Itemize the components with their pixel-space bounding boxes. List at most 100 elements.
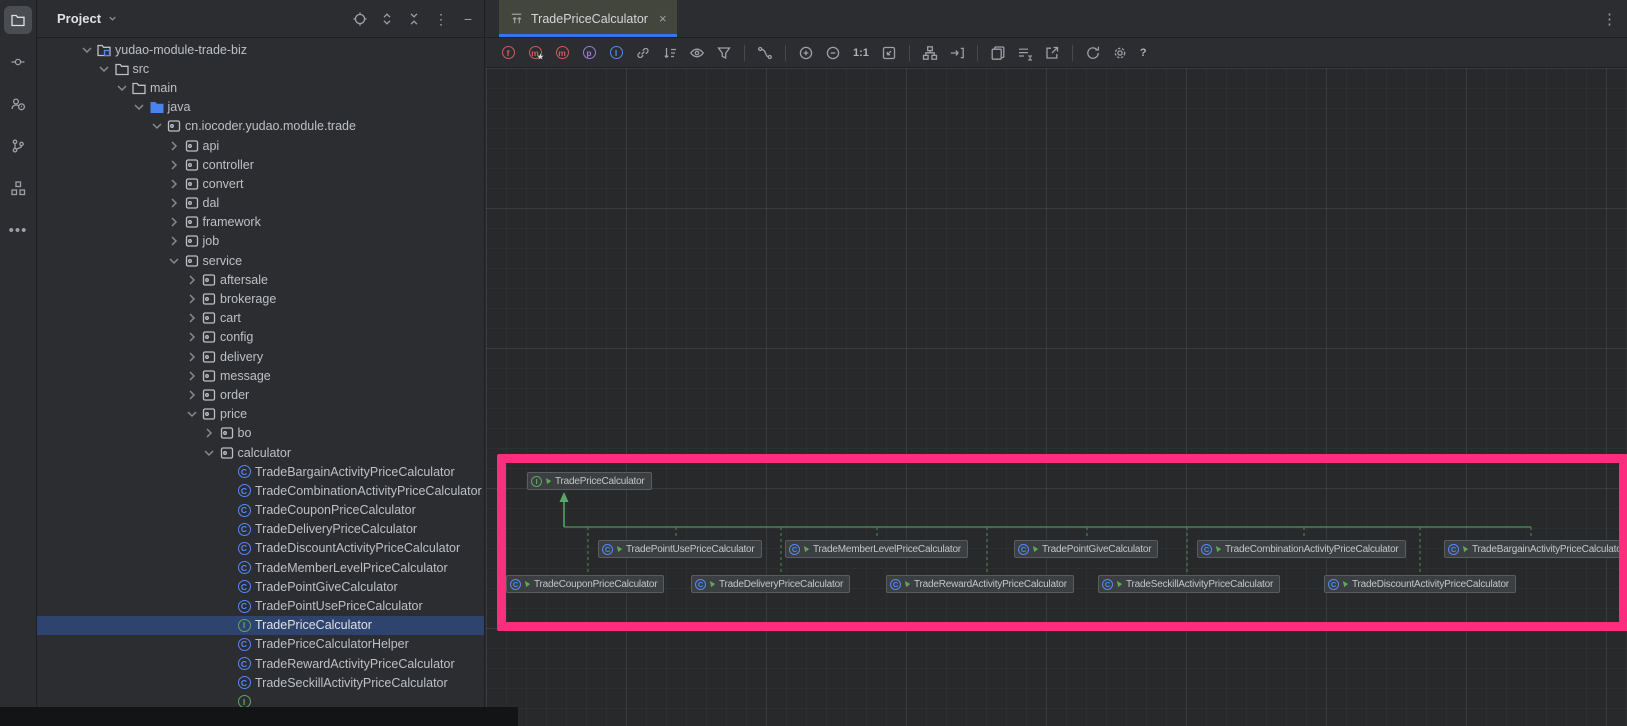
tree-item-tradediscountactivitypricecalculator[interactable]: CTradeDiscountActivityPriceCalculator <box>37 539 484 558</box>
chevron-collapsed-icon[interactable] <box>183 329 200 345</box>
sort-members-button[interactable] <box>661 44 679 62</box>
tree-item-job[interactable]: job <box>37 232 484 251</box>
options-kebab-button[interactable]: ⋮ <box>433 11 449 27</box>
tree-item-tradeseckillactivitypricecalculator[interactable]: CTradeSeckillActivityPriceCalculator <box>37 673 484 692</box>
tree-item-tradebargainactivitypricecalculator[interactable]: CTradeBargainActivityPriceCalculator <box>37 462 484 481</box>
tree-item-tradepointgivecalculator[interactable]: CTradePointGiveCalculator <box>37 577 484 596</box>
export-diagram-button[interactable] <box>1043 44 1061 62</box>
filter-button[interactable] <box>715 44 733 62</box>
copy-diagram-button[interactable] <box>989 44 1007 62</box>
project-panel-title[interactable]: Project <box>57 11 101 26</box>
tree-item-cn-iocoder-yudao-module-trade[interactable]: cn.iocoder.yudao.module.trade <box>37 117 484 136</box>
chevron-down-icon[interactable] <box>107 13 118 24</box>
tree-item-tradememberlevelpricecalculator[interactable]: CTradeMemberLevelPriceCalculator <box>37 558 484 577</box>
expand-all-button[interactable] <box>379 11 395 27</box>
tree-item-tradecouponpricecalculator[interactable]: CTradeCouponPriceCalculator <box>37 501 484 520</box>
project-tool-button[interactable] <box>4 6 32 34</box>
tree-item-label: job <box>203 234 220 248</box>
zoom-in-button[interactable] <box>797 44 815 62</box>
tree-item-aftersale[interactable]: aftersale <box>37 270 484 289</box>
chevron-expanded-icon[interactable] <box>131 99 148 115</box>
chevron-expanded-icon[interactable] <box>183 406 200 422</box>
chevron-collapsed-icon[interactable] <box>183 368 200 384</box>
tree-item-java[interactable]: java <box>37 98 484 117</box>
tree-item-traderewardactivitypricecalculator[interactable]: CTradeRewardActivityPriceCalculator <box>37 654 484 673</box>
chevron-expanded-icon[interactable] <box>78 42 95 58</box>
show-properties-toggle[interactable]: p <box>580 44 598 62</box>
actual-size-button[interactable]: 1:1 <box>851 44 871 62</box>
tree-item-delivery[interactable]: delivery <box>37 347 484 366</box>
tree-item-service[interactable]: service <box>37 251 484 270</box>
tree-item-bo[interactable]: bo <box>37 424 484 443</box>
tree-item-label: TradePriceCalculatorHelper <box>255 637 409 651</box>
tree-item-label: main <box>150 81 177 95</box>
collapse-all-button[interactable] <box>406 11 422 27</box>
show-dependencies-button[interactable] <box>634 44 652 62</box>
tree-item-tradecombinationactivitypricecalculator[interactable]: CTradeCombinationActivityPriceCalculator <box>37 481 484 500</box>
tree-item-config[interactable]: config <box>37 328 484 347</box>
structure-tool-button[interactable] <box>4 174 32 202</box>
chevron-collapsed-icon[interactable] <box>166 138 183 154</box>
chevron-collapsed-icon[interactable] <box>201 425 218 441</box>
chevron-expanded-icon[interactable] <box>201 445 218 461</box>
tab-trade-price-calculator[interactable]: TradePriceCalculator × <box>499 0 677 37</box>
show-fields-toggle[interactable]: f <box>499 44 517 62</box>
visibility-level-button[interactable] <box>688 44 706 62</box>
zoom-out-button[interactable] <box>824 44 842 62</box>
tree-item-message[interactable]: message <box>37 366 484 385</box>
tree-item-yudao-module-trade-biz[interactable]: yudao-module-trade-biz <box>37 40 484 59</box>
chevron-collapsed-icon[interactable] <box>166 176 183 192</box>
tree-item-tradedeliverypricecalculator[interactable]: CTradeDeliveryPriceCalculator <box>37 520 484 539</box>
apply-layout-button[interactable] <box>921 44 939 62</box>
chevron-expanded-icon[interactable] <box>113 80 130 96</box>
chevron-collapsed-icon[interactable] <box>166 195 183 211</box>
tree-item-api[interactable]: api <box>37 136 484 155</box>
fit-content-button[interactable] <box>880 44 898 62</box>
tree-item-framework[interactable]: framework <box>37 213 484 232</box>
chevron-collapsed-icon[interactable] <box>183 387 200 403</box>
chevron-collapsed-icon[interactable] <box>183 291 200 307</box>
chevron-expanded-icon[interactable] <box>166 253 183 269</box>
show-inner-classes-toggle[interactable]: I <box>607 44 625 62</box>
tree-item-price[interactable]: price <box>37 405 484 424</box>
commit-tool-button[interactable] <box>4 48 32 76</box>
tree-item-calculator[interactable]: calculator <box>37 443 484 462</box>
tree-item-label: bo <box>238 426 252 440</box>
show-constructors-toggle[interactable]: m★ <box>526 44 544 62</box>
tree-item-cart[interactable]: cart <box>37 309 484 328</box>
show-node-details-button[interactable] <box>1016 44 1034 62</box>
refresh-diagram-button[interactable] <box>1084 44 1102 62</box>
chevron-collapsed-icon[interactable] <box>183 272 200 288</box>
edge-creation-mode-button[interactable] <box>756 44 774 62</box>
chevron-expanded-icon[interactable] <box>96 61 113 77</box>
tree-item-label: cart <box>220 311 241 325</box>
more-tools-button[interactable]: ••• <box>4 216 32 244</box>
close-tab-icon[interactable]: × <box>659 11 667 26</box>
diagram-canvas[interactable]: ITradePriceCalculatorCTradePointUsePrice… <box>486 68 1627 726</box>
chevron-collapsed-icon[interactable] <box>166 157 183 173</box>
tree-item-tradepointusepricecalculator[interactable]: CTradePointUsePriceCalculator <box>37 596 484 615</box>
tree-item-src[interactable]: src <box>37 59 484 78</box>
show-methods-toggle[interactable]: m <box>553 44 571 62</box>
help-button[interactable]: ? <box>1138 44 1149 62</box>
route-edges-button[interactable] <box>948 44 966 62</box>
diagram-settings-button[interactable] <box>1111 44 1129 62</box>
chevron-collapsed-icon[interactable] <box>166 233 183 249</box>
locate-file-button[interactable] <box>352 11 368 27</box>
tree-item-order[interactable]: order <box>37 385 484 404</box>
tree-item-dal[interactable]: dal <box>37 194 484 213</box>
chevron-collapsed-icon[interactable] <box>166 214 183 230</box>
version-control-tool-button[interactable] <box>4 132 32 160</box>
tree-item-tradepricecalculator[interactable]: ITradePriceCalculator <box>37 616 484 635</box>
chevron-collapsed-icon[interactable] <box>183 310 200 326</box>
window-options-kebab-icon[interactable]: ⋮ <box>1602 10 1617 28</box>
tree-item-controller[interactable]: controller <box>37 155 484 174</box>
hide-panel-button[interactable]: − <box>460 11 476 27</box>
chevron-expanded-icon[interactable] <box>148 118 165 134</box>
tree-item-convert[interactable]: convert <box>37 174 484 193</box>
learn-tool-button[interactable] <box>4 90 32 118</box>
tree-item-main[interactable]: main <box>37 78 484 97</box>
tree-item-brokerage[interactable]: brokerage <box>37 289 484 308</box>
tree-item-tradepricecalculatorhelper[interactable]: CTradePriceCalculatorHelper <box>37 635 484 654</box>
chevron-collapsed-icon[interactable] <box>183 349 200 365</box>
